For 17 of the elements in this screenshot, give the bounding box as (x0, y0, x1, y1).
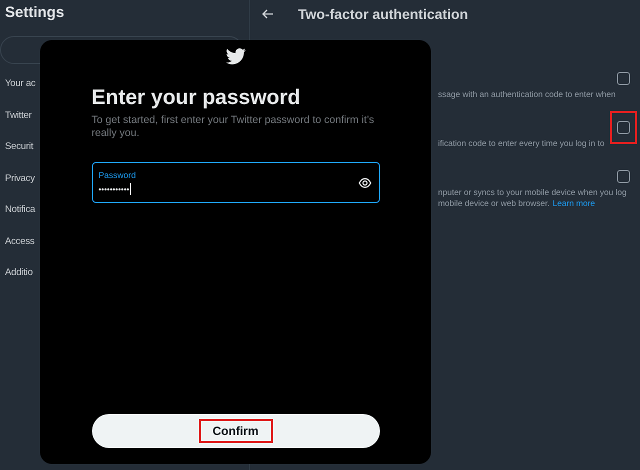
page-title: Two-factor authentication (298, 6, 468, 22)
checkbox[interactable] (617, 170, 630, 182)
checkbox[interactable] (617, 120, 630, 134)
confirm-button[interactable]: Confirm (92, 414, 380, 448)
bird-logo-icon (226, 48, 246, 65)
option-description: ification code to enter every time you log in to (438, 138, 604, 149)
dialog-subtitle: To get started, first enter your Twitter password to confirm it’s really you. (92, 114, 376, 140)
password-field[interactable]: Password ••••••••••• (92, 162, 380, 203)
back-arrow-icon[interactable] (262, 9, 274, 19)
option-description: nputer or syncs to your mobile device when you log (438, 187, 627, 198)
dialog-title: Enter your password (92, 86, 302, 110)
option-description: mobile device or web browser. (438, 198, 550, 209)
settings-title: Settings (5, 4, 66, 23)
option-description: ssage with an authentication code to enter when (438, 89, 616, 100)
learn-more-link[interactable]: Learn more (552, 198, 596, 209)
checkbox[interactable] (617, 72, 630, 84)
eye-icon[interactable] (358, 176, 372, 190)
